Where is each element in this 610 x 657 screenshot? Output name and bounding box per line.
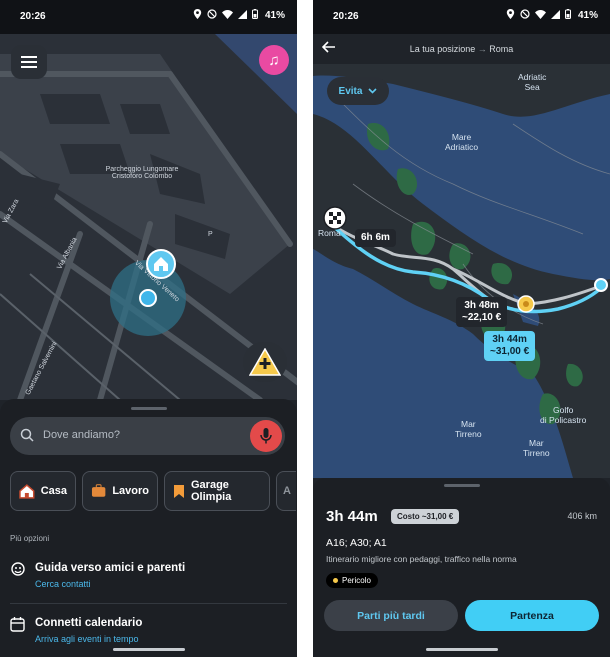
route-time: 3h 48m [464,300,499,311]
shortcut-work-label: Lavoro [112,485,149,497]
shortcut-home[interactable]: Casa [10,471,76,511]
route-bubble-selected[interactable]: 3h 44m ~31,00 € [484,331,536,361]
avoid-button[interactable]: Evita [327,77,389,105]
hazard-marker[interactable] [517,295,535,318]
label-mare-adriatico: Mare Adriatico [445,132,479,152]
hazard-dot-icon [333,578,338,583]
search-icon [20,428,34,447]
shortcut-chips: Casa Lavoro Garage Olimpia A [10,471,296,511]
mute-icon [520,9,530,22]
hazard-report-icon [249,348,281,376]
route-title: La tua posizione → Roma [313,44,610,54]
battery-percent: 41% [577,10,598,21]
battery-percent: 41% [264,10,285,21]
option-title: Guida verso amici e parenti [35,562,186,574]
label-golfo-di-policastro: Golfo di Policastro [540,405,587,425]
route-cost: ~22,10 € [462,312,502,323]
route-time: 3h 44m [492,334,527,345]
route-cost: ~31,00 € [490,346,530,357]
option-subtitle[interactable]: Cerca contatti [35,579,91,589]
divider [10,603,287,604]
route-destination: Roma [489,44,514,54]
label-mar-tirreno: Mar Tirreno [523,438,550,458]
phone-left-map-screen: 20:26 41% Parcheggio Lungomare Cristofor… [0,0,297,657]
phone-right-route-screen: 20:26 41% La tua posizione → Roma Evita … [313,0,610,657]
shortcut-work[interactable]: Lavoro [82,471,158,511]
shortcut-home-label: Casa [40,485,67,497]
shortcut-more[interactable]: A [276,471,296,511]
wifi-icon [534,9,546,22]
bookmark-icon [174,484,184,498]
route-header: La tua posizione → Roma [313,34,610,64]
shortcut-garage[interactable]: Garage Olimpia [164,471,270,511]
destination-flag-marker[interactable] [323,206,347,235]
route-bubble-alt-1[interactable]: 6h 6m [355,229,396,247]
bottom-sheet: Dove andiamo? Casa Lavoro Garage Olimpia… [0,399,297,657]
music-note-icon: ♫ [268,51,280,69]
option-drive-to-friends[interactable]: Guida verso amici e parenti Cerca contat… [10,562,287,594]
route-distance: 406 km [567,511,597,521]
route-summary-sheet: 3h 44m Costo ~31,00 € 406 km A16; A30; A… [313,478,610,657]
sheet-handle[interactable] [130,407,167,410]
gesture-bar[interactable] [112,648,185,651]
label-mar-tirreno: Mar Tirreno [455,419,482,439]
status-time: 20:26 [20,11,46,22]
hazard-icon [517,295,535,313]
route-time: 6h 6m [361,232,390,243]
hazard-label: Pericolo [342,576,371,585]
arrow-right-icon: → [477,44,490,54]
shortcut-garage-label: Garage Olimpia [191,479,232,503]
status-icons: 41% [506,9,598,22]
report-hazard-button[interactable] [243,342,287,382]
start-button[interactable]: Partenza [465,600,599,631]
sheet-handle[interactable] [443,484,480,487]
calendar-icon [10,617,25,637]
search-input[interactable]: Dove andiamo? [43,429,120,441]
menu-button[interactable] [11,45,47,79]
option-connect-calendar[interactable]: Connetti calendario Arriva agli eventi i… [10,617,287,649]
music-button[interactable]: ♫ [259,45,289,75]
location-icon [193,9,202,22]
shortcut-more-label: A [283,485,291,497]
route-cost-badge: Costo ~31,00 € [391,509,460,524]
route-roads: A16; A30; A1 [326,537,387,549]
microphone-icon [260,428,272,444]
home-marker[interactable] [146,249,176,284]
avoid-label: Evita [338,85,363,97]
battery-icon [564,9,571,22]
option-subtitle[interactable]: Arriva agli eventi in tempo [35,634,139,644]
briefcase-icon [91,484,106,497]
hamburger-icon [21,56,37,68]
signal-icon [237,9,247,22]
checkered-flag-icon [323,206,347,230]
leave-later-button[interactable]: Parti più tardi [324,600,458,631]
route-origin: La tua posizione [409,44,476,54]
hazard-badge: Pericolo [326,573,378,588]
voice-search-button[interactable] [250,420,282,452]
chevron-down-icon [368,88,378,94]
signal-icon [550,9,560,22]
parking-marker: P [208,231,213,238]
mute-icon [207,9,217,22]
route-description: Itinerario migliore con pedaggi, traffic… [326,554,517,564]
route-eta: 3h 44m [326,508,378,525]
wifi-icon [221,9,233,22]
route-bubble-alt-2[interactable]: 3h 48m ~22,10 € [456,297,508,327]
option-title: Connetti calendario [35,617,143,629]
search-bar[interactable]: Dove andiamo? [10,417,285,455]
more-options-heading: Più opzioni [10,534,50,543]
friends-icon [10,562,26,583]
location-icon [506,9,515,22]
status-time: 20:26 [333,11,359,22]
status-bar: 20:26 41% [313,0,610,34]
parking-label: Parcheggio Lungomare Cristoforo Colombo [105,166,179,180]
home-icon [19,483,35,499]
status-icons: 41% [193,9,285,22]
status-bar: 20:26 41% [0,0,297,34]
battery-icon [251,9,258,22]
gesture-bar[interactable] [425,648,498,651]
label-adriatic-sea: Adriatic Sea [518,72,547,92]
